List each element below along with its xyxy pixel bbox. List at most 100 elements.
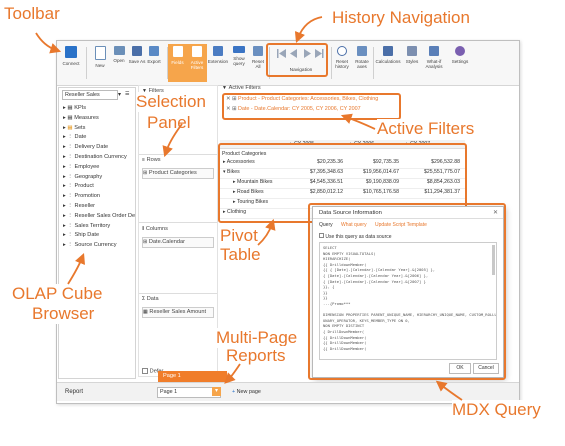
divider	[139, 222, 217, 223]
columns-label: Columns	[145, 226, 168, 232]
styles-button[interactable]: Styles	[402, 44, 422, 82]
cube-tree-item-label: Product	[74, 183, 94, 190]
toolbar-divider	[86, 47, 87, 79]
chevron-down-icon[interactable]: ▾	[212, 387, 221, 396]
extension-label: Extension	[207, 59, 229, 64]
cube-tree-item[interactable]: ▸ ⋮ Geography	[63, 174, 102, 180]
history-navigation-highlight	[266, 43, 328, 77]
columns-field-item[interactable]: ⊞ Date.Calendar	[142, 237, 214, 248]
cube-tree-item[interactable]: ▸ ⋮ Employee	[63, 164, 99, 170]
data-field-item[interactable]: ▦ Reseller Sales Amount	[142, 307, 214, 318]
connect-label: Connect	[62, 61, 80, 66]
what-if-button[interactable]: What-if Analysis	[422, 44, 446, 82]
dimension-icon: ⋮	[67, 144, 75, 151]
mdx-icon	[233, 46, 245, 53]
columns-section-header: ⦀ Columns	[142, 226, 168, 232]
plus-icon: +	[232, 389, 236, 395]
gear-icon	[455, 46, 465, 56]
cube-tree-item-label: Sales Territory	[74, 222, 111, 229]
chevron-down-icon[interactable]: ▾	[118, 91, 121, 98]
dimension-icon: ⋮	[67, 154, 75, 160]
cube-tree-item[interactable]: ▸ ▦ KPIs	[63, 105, 86, 111]
styles-icon	[407, 46, 417, 56]
cube-tree-item[interactable]: ▸ ▦ Measures	[63, 115, 99, 121]
cube-tree-item-label: Ship Date	[74, 232, 100, 239]
cube-tree-item-label: KPIs	[74, 105, 87, 111]
cube-tree-item[interactable]: ▸ ⋮ Delivery Date	[63, 144, 108, 150]
show-query-button[interactable]: Show query	[229, 44, 249, 82]
callout-olap-1: OLAP Cube	[12, 284, 103, 304]
callout-olap-2: Browser	[32, 304, 95, 324]
folder-open-icon	[113, 46, 125, 55]
cube-tree-item[interactable]: ▸ ⋮ Promotion	[63, 193, 100, 199]
callout-mdx-query: MDX Query	[452, 400, 541, 420]
report-bar: Report Page 1 ▾ + New page	[57, 382, 519, 401]
cube-tree-item-label: Reseller	[74, 203, 96, 209]
calculator-icon	[383, 46, 393, 56]
cube-tree-item[interactable]: ▸ ⋮ Product	[63, 183, 94, 189]
dimension-icon: ⋮	[67, 212, 75, 219]
cube-tree-item-label: Source Currency	[74, 242, 117, 249]
settings-button[interactable]: Settings	[449, 44, 471, 82]
extension-icon	[213, 46, 223, 56]
callout-multipage-1: Multi-Page	[216, 328, 298, 348]
active-filters-title: Active Filters	[228, 85, 261, 91]
show-query-label: Show query	[233, 56, 245, 66]
report-label: Report	[65, 389, 84, 395]
export-button[interactable]: Export	[143, 44, 165, 82]
cube-tree-item[interactable]: ▸ ⋮ Date	[63, 134, 86, 140]
filter-icon: ▼	[222, 85, 227, 91]
reset-all-button[interactable]: Reset All	[249, 44, 267, 82]
cube-tree-item-label: Sets	[74, 124, 86, 131]
cube-tree-item-label: Employee	[74, 163, 100, 170]
cube-tree-item[interactable]: ▸ ▦ Sets	[63, 125, 85, 131]
filter-icon	[192, 46, 202, 57]
open-label: Open	[113, 58, 125, 63]
calculations-label: Calculations	[375, 59, 401, 64]
hierarchy-icon: ⊞	[143, 170, 148, 176]
menu-icon[interactable]: ☰	[125, 91, 129, 97]
rows-field-label: Product Categories	[148, 170, 197, 176]
page-dropdown-option[interactable]: Page 1	[158, 371, 227, 382]
new-page-button[interactable]: + New page	[232, 389, 261, 395]
cube-select[interactable]: Reseller Sales	[62, 90, 118, 100]
dimension-icon: ⋮	[67, 203, 75, 209]
cube-tree-item-label: Geography	[74, 173, 103, 180]
dimension-icon: ⋮	[67, 193, 75, 200]
dimension-icon: ⋮	[67, 232, 75, 239]
active-filters-button[interactable]: Active Filters	[187, 44, 207, 82]
cube-tree-item[interactable]: ▸ ⋮ Ship Date	[63, 232, 99, 238]
divider	[139, 154, 217, 155]
reset-all-label: Reset All	[251, 59, 264, 69]
rotate-axes-label: Rotate axes	[355, 59, 369, 69]
cube-tree-item[interactable]: ▸ ⋮ Source Currency	[63, 242, 117, 248]
cube-tree-item[interactable]: ▸ ⋮ Sales Territory	[63, 223, 110, 229]
fields-button[interactable]: Fields	[168, 44, 187, 82]
reset-history-button[interactable]: Reset history	[332, 44, 352, 82]
callout-active-filters: Active Filters	[377, 119, 475, 139]
cube-tree-item-label: Destination Currency	[74, 154, 127, 160]
cube-tree-item-label: Reseller Sales Order De	[74, 212, 136, 219]
connect-button[interactable]: Connect	[59, 44, 83, 82]
data-field-label: Reseller Sales Amount	[149, 309, 206, 315]
columns-field-label: Date.Calendar	[148, 239, 185, 245]
callout-toolbar: Toolbar	[4, 4, 60, 23]
hierarchy-icon: ⊞	[143, 239, 148, 245]
cube-tree-item-label: Promotion	[74, 193, 101, 200]
rotate-axes-button[interactable]: Rotate axes	[352, 44, 372, 82]
rows-icon: ≡	[142, 157, 145, 163]
rotate-icon	[357, 46, 367, 56]
cube-tree-item[interactable]: ▸ ⋮ Reseller	[63, 203, 95, 209]
active-filters-header: ▼ Active Filters	[222, 85, 261, 91]
extension-button[interactable]: Extension	[207, 44, 229, 82]
rows-field-item[interactable]: ⊞ Product Categories	[142, 168, 214, 179]
page-select-value: Page 1	[160, 389, 178, 395]
callout-history-navigation: History Navigation	[332, 8, 470, 27]
cube-tree-item[interactable]: ▸ ⋮ Reseller Sales Order De	[63, 213, 135, 219]
calculations-button[interactable]: Calculations	[374, 44, 402, 82]
history-icon	[337, 46, 347, 56]
active-filters-highlight	[222, 93, 401, 120]
new-page-label: New page	[236, 389, 261, 395]
dimension-icon: ⋮	[67, 173, 75, 180]
cube-tree-item[interactable]: ▸ ⋮ Destination Currency	[63, 154, 127, 160]
